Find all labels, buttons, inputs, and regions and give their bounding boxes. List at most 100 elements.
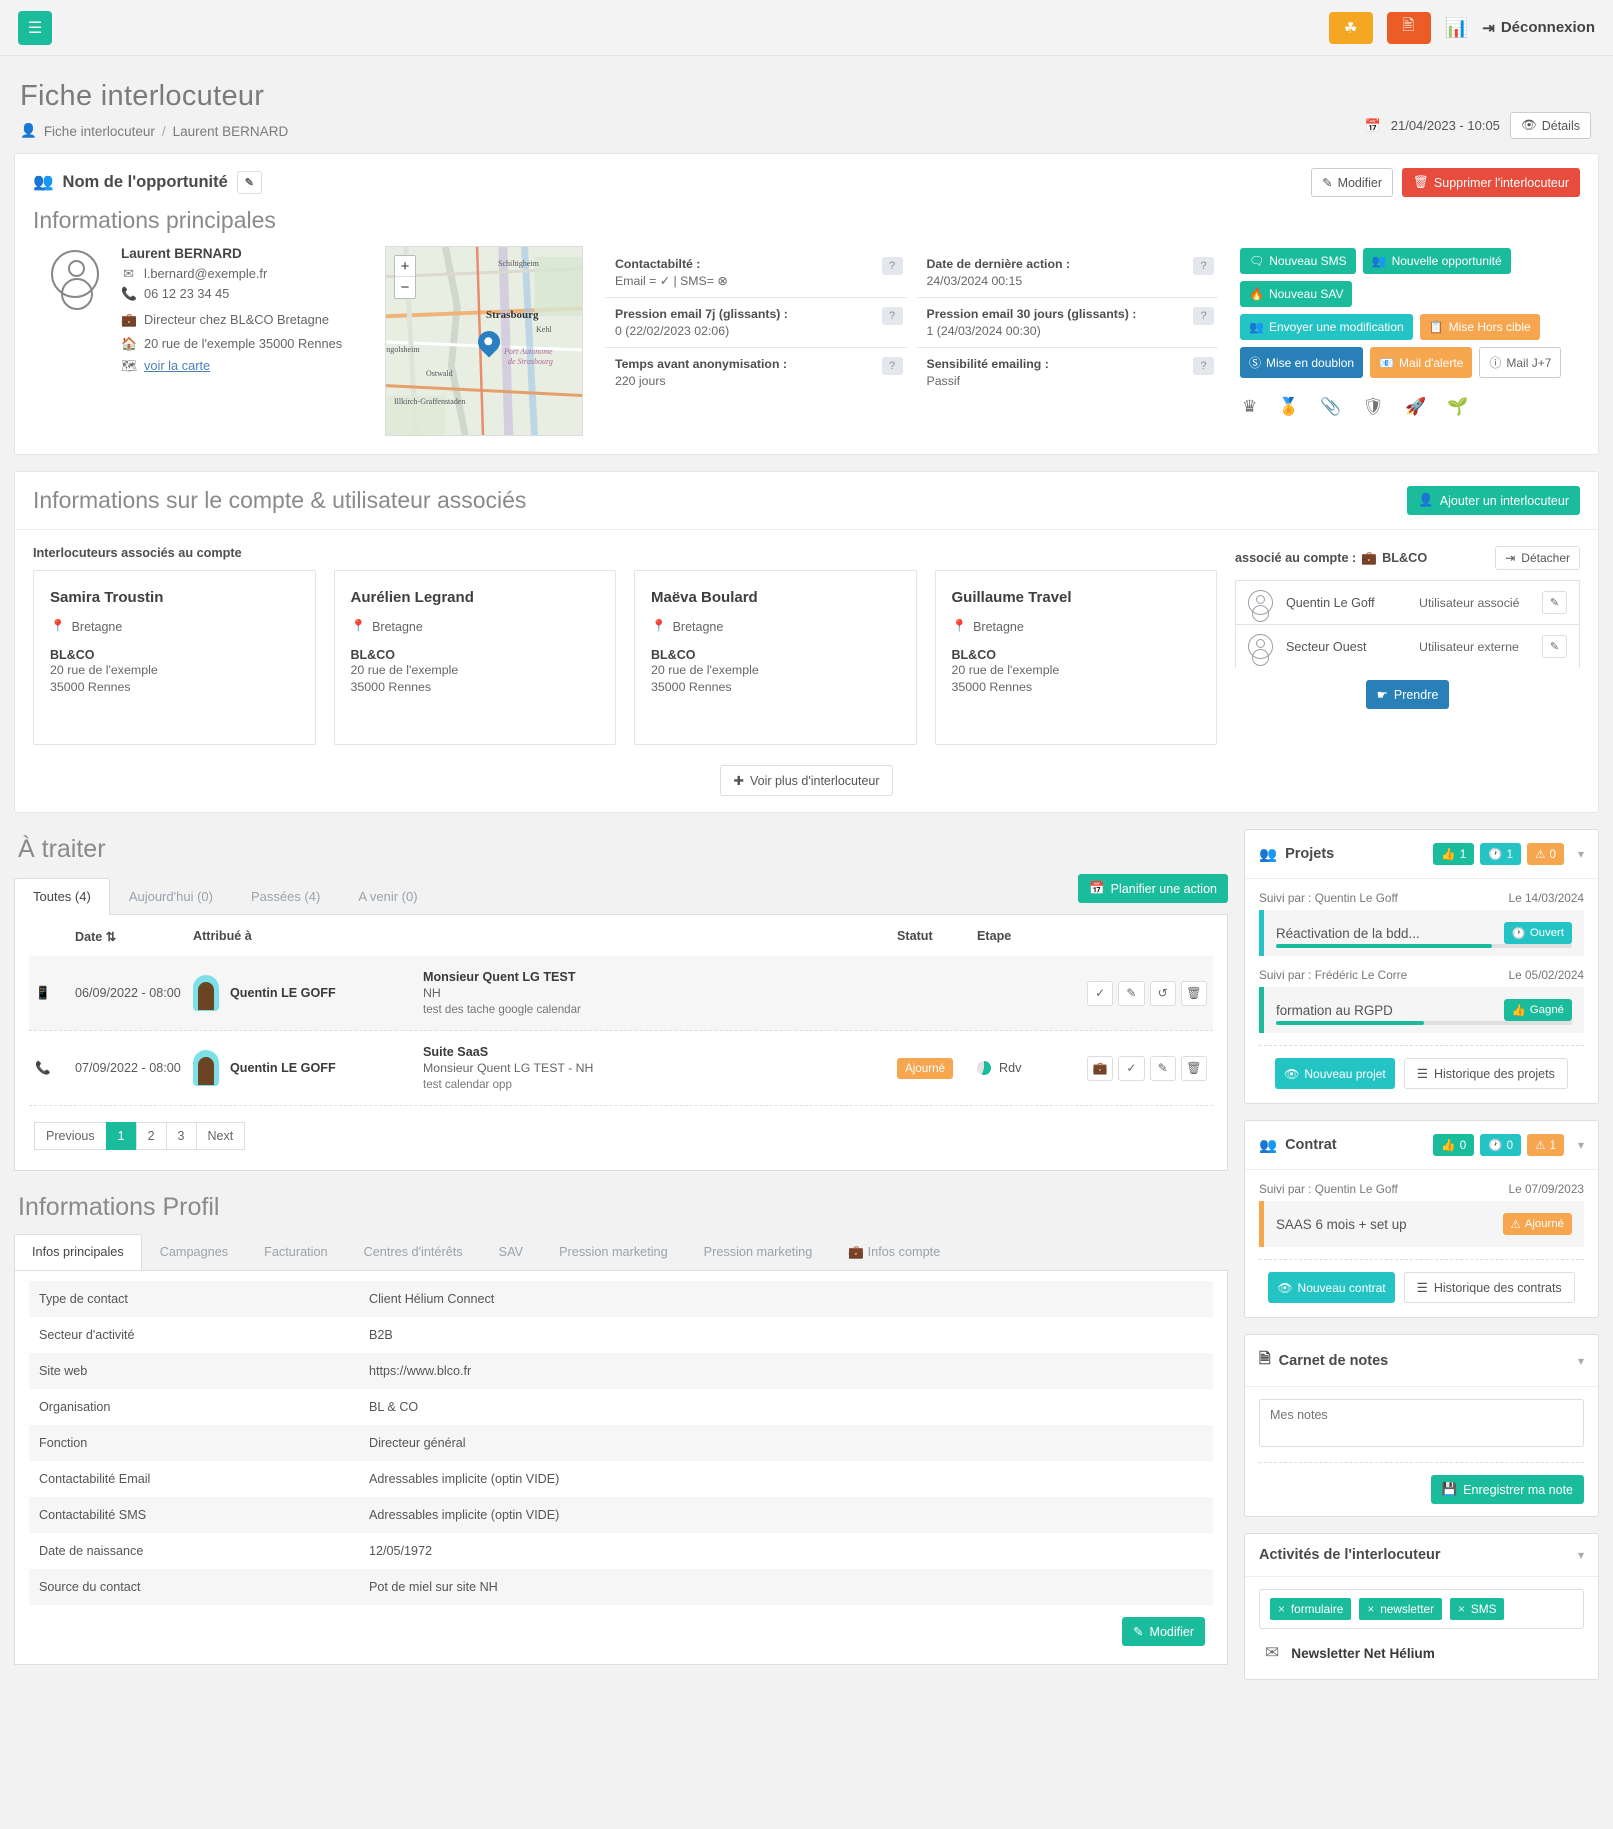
take-button[interactable]: ☛ Prendre — [1365, 680, 1450, 709]
document-alert-icon[interactable]: 🖹 — [1386, 11, 1431, 44]
chevron-down-icon[interactable]: ▾ — [1578, 1548, 1584, 1562]
count-won[interactable]: 👍 1 — [1433, 843, 1475, 865]
tab-passees[interactable]: Passées (4) — [232, 878, 339, 915]
set-duplicate-button[interactable]: Ⓢ Mise en doublon — [1240, 347, 1364, 378]
chevron-down-icon[interactable]: ▾ — [1578, 1354, 1584, 1368]
tab-pression-marketing-2[interactable]: Pression marketing — [686, 1234, 831, 1270]
history-icon[interactable]: ↺ — [1149, 980, 1176, 1006]
details-button[interactable]: 👁 Détails — [1509, 112, 1591, 139]
chevron-down-icon[interactable]: ▾ — [1578, 847, 1584, 861]
project-item[interactable]: Réactivation de la bdd... 🕐 Ouvert — [1259, 910, 1584, 956]
tab-facturation[interactable]: Facturation — [246, 1234, 345, 1270]
count-late[interactable]: ⚠ 1 — [1527, 1134, 1564, 1156]
new-project-button[interactable]: 👁 Nouveau projet — [1275, 1058, 1395, 1089]
edit-linked-user-icon[interactable]: ✎ — [1542, 591, 1567, 614]
send-modification-button[interactable]: 👥 Envoyer une modification — [1240, 314, 1413, 340]
tab-campagnes[interactable]: Campagnes — [142, 1234, 246, 1270]
chip-sms[interactable]: × SMS — [1450, 1598, 1505, 1620]
profile-value[interactable]: https://www.blco.fr — [369, 1364, 471, 1378]
logout-button[interactable]: ⇥ Déconnexion — [1482, 19, 1595, 37]
contract-history-button[interactable]: ☰ Historique des contrats — [1403, 1272, 1575, 1303]
help-icon[interactable]: ? — [881, 357, 903, 375]
tab-pression-marketing-1[interactable]: Pression marketing — [541, 1234, 686, 1270]
help-icon[interactable]: ? — [1193, 257, 1214, 275]
page-previous[interactable]: Previous — [34, 1122, 107, 1150]
tab-centres-interets[interactable]: Centres d'intérêts — [346, 1234, 481, 1270]
col-date[interactable]: Date ⇅ — [75, 929, 193, 944]
trash-icon[interactable]: 🗑 — [1180, 980, 1207, 1006]
chevron-down-icon[interactable]: ▾ — [1578, 1138, 1584, 1152]
tab-infos-compte[interactable]: 💼 Infos compte — [830, 1234, 958, 1270]
medal-icon[interactable]: 🏅 — [1278, 397, 1299, 417]
table-row[interactable]: 📞 07/09/2022 - 08:00 Quentin LE GOFF Sui… — [29, 1031, 1213, 1106]
check-icon[interactable]: ✓ — [1087, 980, 1114, 1006]
contract-item[interactable]: SAAS 6 mois + set up ⚠ Ajourné — [1259, 1201, 1584, 1247]
tab-sav[interactable]: SAV — [481, 1234, 541, 1270]
plan-action-button[interactable]: 📅 Planifier une action — [1078, 874, 1228, 903]
edit-opportunity-icon[interactable]: ✎ — [236, 171, 262, 194]
close-icon[interactable]: × — [1278, 1602, 1285, 1616]
pencil-icon[interactable]: ✎ — [1118, 980, 1145, 1006]
pencil-icon[interactable]: ✎ — [1149, 1055, 1176, 1081]
map-zoom-out-button[interactable]: − — [395, 277, 415, 298]
crown-icon[interactable]: ♛ — [1242, 397, 1257, 417]
help-icon[interactable]: ? — [881, 257, 903, 275]
new-contract-button[interactable]: 👁 Nouveau contrat — [1268, 1272, 1395, 1303]
page-1[interactable]: 1 — [105, 1122, 137, 1150]
project-item[interactable]: formation au RGPD 👍 Gagné — [1259, 987, 1584, 1033]
rocket-icon[interactable]: 🚀 — [1405, 397, 1426, 417]
close-icon[interactable]: × — [1458, 1602, 1465, 1616]
briefcase-icon[interactable]: 💼 — [1087, 1055, 1114, 1081]
modify-button[interactable]: ✎ Modifier — [1311, 168, 1394, 197]
close-icon[interactable]: × — [1367, 1602, 1374, 1616]
breadcrumb-root[interactable]: Fiche interlocuteur — [44, 124, 155, 139]
lightbulb-icon[interactable]: ☘ — [1328, 11, 1373, 44]
count-open[interactable]: 🕐 0 — [1480, 1134, 1522, 1156]
new-opportunity-button[interactable]: 👥 Nouvelle opportunité — [1362, 248, 1511, 274]
count-open[interactable]: 🕐 1 — [1480, 843, 1522, 865]
projects-history-button[interactable]: ☰ Historique des projets — [1403, 1058, 1568, 1089]
map-zoom-in-button[interactable]: + — [395, 256, 415, 277]
new-sms-button[interactable]: 🗨 Nouveau SMS — [1240, 248, 1356, 274]
notes-input[interactable] — [1259, 1399, 1584, 1447]
page-next[interactable]: Next — [195, 1122, 246, 1150]
mail-j7-button[interactable]: ⓘ Mail J+7 — [1479, 347, 1562, 378]
view-map-link[interactable]: voir la carte — [144, 358, 210, 373]
activity-item[interactable]: ✉ Newsletter Net Hélium — [1259, 1629, 1584, 1667]
edit-linked-user-icon[interactable]: ✎ — [1542, 635, 1567, 658]
tab-infos-principales[interactable]: Infos principales — [14, 1234, 142, 1270]
table-row[interactable]: 📱 06/09/2022 - 08:00 Quentin LE GOFF Mon… — [29, 956, 1213, 1031]
tab-aujourdhui[interactable]: Aujourd'hui (0) — [110, 878, 232, 915]
show-more-interlocutors-button[interactable]: ✚ Voir plus d'interlocuteur — [720, 765, 893, 796]
paperclip-icon[interactable]: 📎 — [1320, 397, 1341, 417]
count-late[interactable]: ⚠ 0 — [1527, 843, 1564, 865]
person-card[interactable]: Aurélien Legrand 📍 Bretagne BL&CO 20 rue … — [333, 570, 616, 745]
delete-interlocutor-button[interactable]: 🗑 Supprimer l'interlocuteur — [1402, 168, 1580, 197]
page-3[interactable]: 3 — [165, 1122, 197, 1150]
tab-toutes[interactable]: Toutes (4) — [14, 878, 110, 915]
page-2[interactable]: 2 — [135, 1122, 167, 1150]
help-icon[interactable]: ? — [1193, 357, 1214, 375]
detach-button[interactable]: ⇥ Détacher — [1495, 546, 1580, 570]
shield-icon[interactable]: 🛡 — [1363, 397, 1385, 417]
map-widget[interactable]: Schiltigheim Strasbourg Kehl Ostwald Ill… — [385, 246, 583, 436]
person-card[interactable]: Guillaume Travel 📍 Bretagne BL&CO 20 rue … — [934, 570, 1217, 745]
save-note-button[interactable]: 💾 Enregistrer ma note — [1430, 1475, 1584, 1504]
hamburger-icon[interactable]: ☰ — [18, 10, 52, 45]
count-won[interactable]: 👍 0 — [1433, 1134, 1475, 1156]
trash-icon[interactable]: 🗑 — [1180, 1055, 1207, 1081]
help-icon[interactable]: ? — [1193, 307, 1214, 325]
contact-email[interactable]: l.bernard@exemple.fr — [144, 266, 267, 281]
person-card[interactable]: Samira Troustin 📍 Bretagne BL&CO 20 rue d… — [33, 570, 316, 745]
seedling-icon[interactable]: 🌱 — [1447, 397, 1468, 417]
profile-edit-button[interactable]: ✎ Modifier — [1122, 1617, 1205, 1646]
alert-mail-button[interactable]: 📧 Mail d'alerte — [1370, 347, 1473, 378]
activity-monitor-icon[interactable]: 📊 — [1445, 16, 1469, 40]
tab-a-venir[interactable]: A venir (0) — [339, 878, 436, 915]
help-icon[interactable]: ? — [881, 307, 903, 325]
check-icon[interactable]: ✓ — [1118, 1055, 1145, 1081]
chip-newsletter[interactable]: × newsletter — [1359, 1598, 1443, 1620]
set-out-of-target-button[interactable]: 📋 Mise Hors cible — [1419, 314, 1540, 340]
add-interlocutor-button[interactable]: 👤 Ajouter un interlocuteur — [1407, 486, 1580, 515]
new-sav-button[interactable]: 🔥 Nouveau SAV — [1240, 281, 1353, 307]
